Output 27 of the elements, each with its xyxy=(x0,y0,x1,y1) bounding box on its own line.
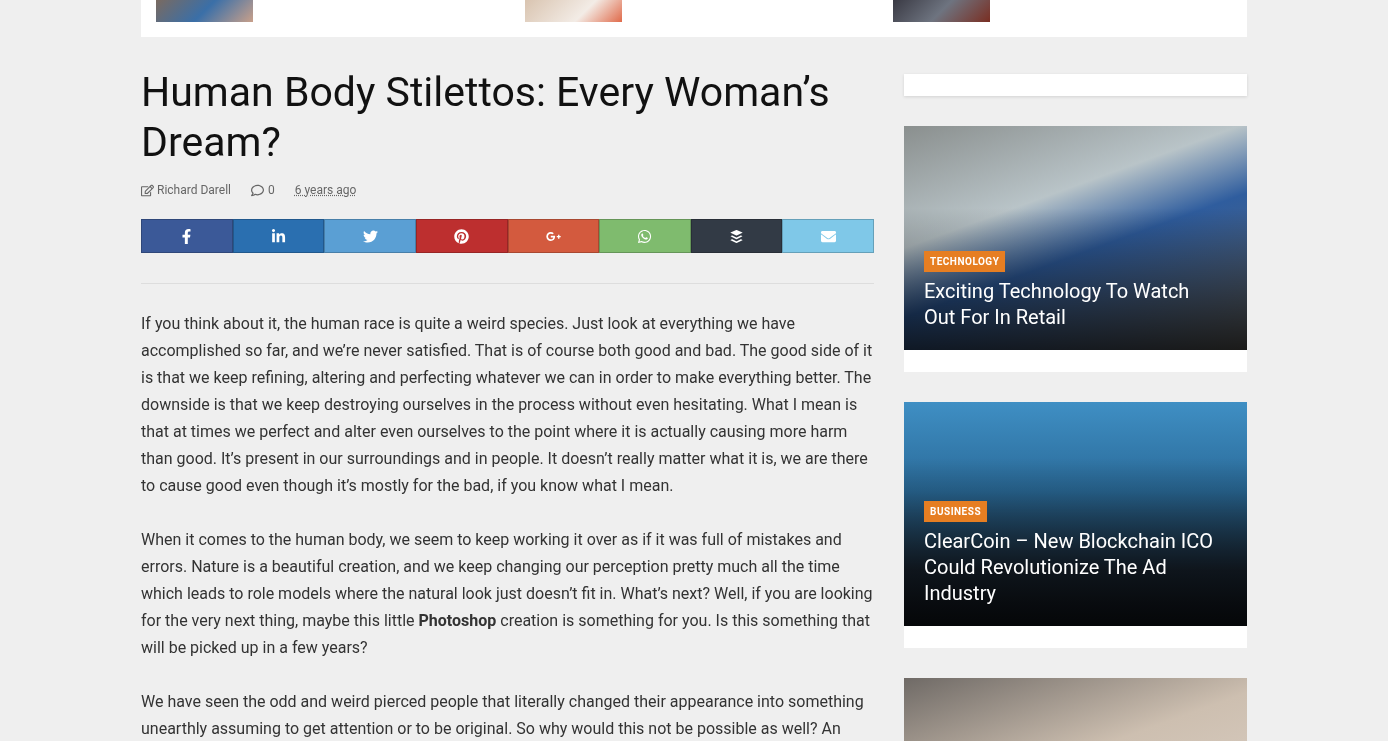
post-date: 6 years ago xyxy=(294,182,357,199)
post-title[interactable]: Exciting Technology To Watch Out For In Retail xyxy=(924,278,1227,330)
article-paragraph: When it comes to the human body, we seem to keep working it over as if it was full of mistakes and errors. Nature is a beautiful creation, and we keep changing our perception pretty much all the time which leads to role models where the natural look just doesn’t fit in. What’s next? Well, if you are looking for the very next thing, maybe this little Photoshop creation is something for you. Is this something that will be picked up in a few years? xyxy=(141,529,874,659)
edit-icon xyxy=(141,183,154,197)
comment-icon xyxy=(251,183,264,197)
share-button[interactable] xyxy=(324,219,416,253)
post-card[interactable]: TECHNOLOGY Exciting Technology To Watch Out For In Retail xyxy=(904,126,1247,350)
share-button[interactable] xyxy=(415,219,508,253)
linkedin-icon xyxy=(270,228,286,244)
envelope-icon xyxy=(820,228,836,244)
article-title: Human Body Stilettos: Every Woman’s Dream? xyxy=(141,67,831,167)
thumbnail-photo[interactable] xyxy=(156,0,253,22)
share-button[interactable] xyxy=(690,219,783,253)
comment-count[interactable]: 0 xyxy=(268,181,275,199)
post-card[interactable]: BUSINESS ClearCoin – New Blockchain ICO Could Revolutionize The Ad Industry xyxy=(904,402,1247,626)
bird-icon xyxy=(362,228,378,244)
share-button[interactable] xyxy=(141,219,233,253)
author-link[interactable]: Richard Darell xyxy=(157,181,231,199)
whatsapp-icon xyxy=(637,228,653,244)
pinterest-icon xyxy=(454,228,470,244)
share-button[interactable] xyxy=(232,219,325,253)
article-paragraph: We have seen the odd and weird pierced people that literally changed their appearance into something unearthly assuming to get attention or to be original. So why would this not be possible as well? An xyxy=(141,691,865,740)
article-paragraph: If you think about it, the human race is quite a weird species. Just look at everything we have accomplished so far, and we’re never satisfied. That is of course both good and bad. The good side of it is that we keep refining, altering and perfecting whatever we can in order to make everything better. The downside is that we keep destroying ourselves in the process without even hesitating. What I mean is that at times we perfect and alter even ourselves to the point where it is actually causing more harm than good. It’s present in our surroundings and in people. It doesn’t really matter what it is, we are there to cause good even though it’s mostly for the bad, if you know what I mean. xyxy=(141,313,874,497)
post-title[interactable]: ClearCoin – New Blockchain ICO Could Revolutionize The Ad Industry xyxy=(924,528,1227,606)
thumbnail-photo[interactable] xyxy=(524,0,622,22)
thumbnail-photo[interactable] xyxy=(893,0,991,22)
layers-icon xyxy=(729,228,745,244)
